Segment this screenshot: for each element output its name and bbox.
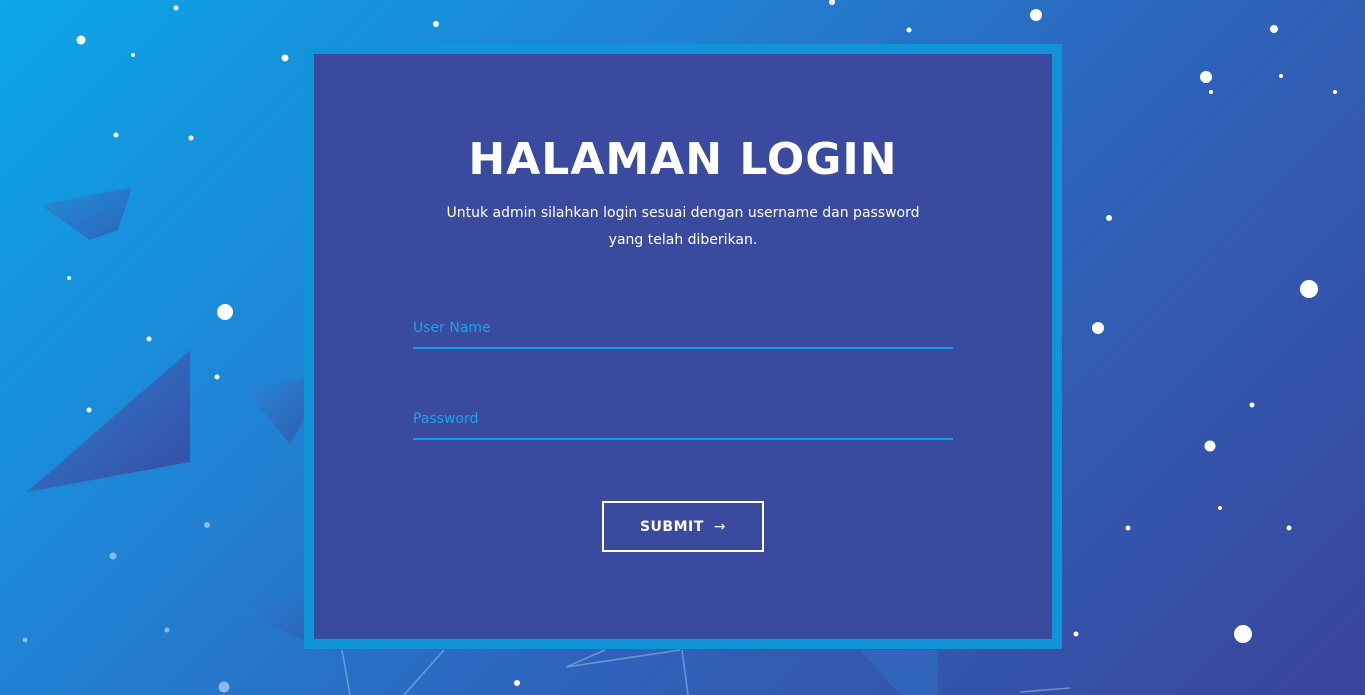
login-card-body: HALAMAN LOGIN Untuk admin silahkan login… [314, 54, 1052, 639]
submit-button[interactable]: SUBMIT → [602, 501, 764, 552]
username-input[interactable] [413, 309, 953, 349]
login-instructions-line1: Untuk admin silahkan login sesuai dengan… [446, 205, 920, 221]
login-instructions-line2: yang telah diberikan. [608, 232, 758, 248]
background-triangle [860, 650, 938, 695]
submit-button-label: SUBMIT [639, 518, 704, 535]
password-input[interactable] [413, 400, 953, 440]
page-title: HALAMAN LOGIN [468, 134, 898, 185]
login-card: HALAMAN LOGIN Untuk admin silahkan login… [304, 44, 1062, 649]
login-instructions: Untuk admin silahkan login sesuai dengan… [419, 200, 947, 254]
background-triangle [40, 187, 132, 240]
background-stars-faint [22, 522, 230, 693]
arrow-right-icon: → [713, 518, 727, 535]
background-lines [341, 649, 1071, 695]
background-triangle [245, 378, 304, 444]
background-triangle [27, 350, 190, 492]
background-triangle [240, 590, 304, 640]
